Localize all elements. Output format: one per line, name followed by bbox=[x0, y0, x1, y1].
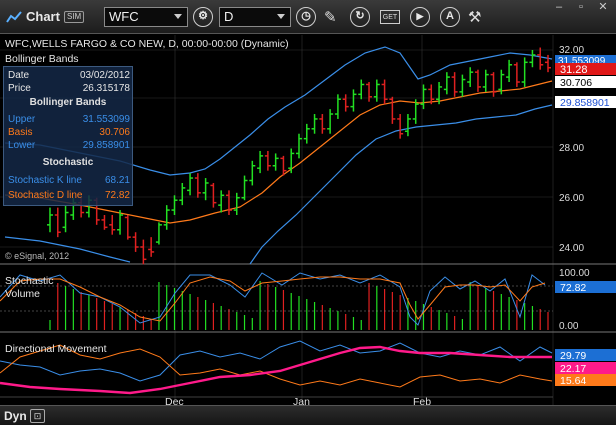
lock-icon[interactable]: ⊡ bbox=[30, 409, 45, 423]
window-title: Chart bbox=[26, 9, 60, 24]
lower-row: Lower 29.858901 bbox=[8, 139, 130, 152]
price-tick-24: 24.00 bbox=[559, 243, 584, 254]
stoch-section-title: Stochastic bbox=[42, 157, 94, 168]
time-tick-jan: Jan bbox=[293, 396, 310, 405]
title-bar: Chart SIM WFC ⚙ D ◷ ✎ ↻ GET ▶ A ⚒ – ▫ ✕ bbox=[0, 0, 616, 34]
chevron-down-icon[interactable] bbox=[174, 14, 182, 19]
date-label: Date bbox=[8, 70, 30, 81]
sim-badge: SIM bbox=[64, 11, 85, 23]
time-tick-dec: Dec bbox=[165, 396, 184, 405]
basis-value: 30.706 bbox=[99, 127, 130, 138]
stoch-d-marker-text: 72.82 bbox=[560, 282, 586, 294]
tools-icon[interactable]: ⚒ bbox=[468, 8, 481, 26]
close-icon[interactable]: ✕ bbox=[592, 0, 614, 14]
lower-label: Lower bbox=[8, 140, 36, 151]
upper-row: Upper 31.553099 bbox=[8, 113, 130, 126]
play-icon[interactable]: ▶ bbox=[410, 7, 430, 27]
price-value: 26.315178 bbox=[82, 83, 130, 94]
copyright: © eSignal, 2012 bbox=[5, 251, 69, 261]
price-row: Price 26.315178 bbox=[8, 82, 130, 95]
lower-marker-text: 29.858901 bbox=[560, 97, 610, 109]
last-price-text: 31.28 bbox=[560, 64, 588, 76]
settings-gear-icon[interactable]: ⚙ bbox=[193, 7, 213, 27]
d-label: Stochastic D line bbox=[8, 190, 83, 201]
study-label: Bollinger Bands bbox=[5, 53, 79, 65]
basis-row: Basis 30.706 bbox=[8, 126, 130, 139]
volume-title: Volume bbox=[5, 288, 40, 300]
date-row: Date 03/02/2012 bbox=[8, 69, 130, 82]
basis-marker-text: 30.706 bbox=[560, 77, 592, 89]
k-row: Stochastic K line 68.21 bbox=[8, 174, 130, 187]
minimize-icon[interactable]: – bbox=[548, 0, 570, 14]
bb-section-title: Bollinger Bands bbox=[29, 97, 107, 108]
restore-icon[interactable]: ▫ bbox=[570, 0, 592, 14]
date-value: 03/02/2012 bbox=[79, 70, 130, 81]
k-value: 68.21 bbox=[104, 175, 130, 186]
clock-icon[interactable]: ◷ bbox=[296, 7, 316, 27]
dmi-minus-marker-text: 15.64 bbox=[560, 375, 586, 387]
adx-marker-text: 22.17 bbox=[560, 363, 586, 375]
stoch-tick-100: 100.00 bbox=[559, 268, 590, 279]
interval-input[interactable]: D bbox=[219, 7, 291, 27]
bottom-bar: Dyn ⊡ bbox=[0, 405, 616, 425]
get-data-icon[interactable]: GET bbox=[380, 10, 400, 24]
basis-label: Basis bbox=[8, 127, 33, 138]
symbol-value: WFC bbox=[109, 9, 139, 24]
dyn-label[interactable]: Dyn bbox=[4, 409, 27, 423]
d-row: Stochastic D line 72.82 bbox=[8, 189, 130, 202]
stoch-tick-0: 0.00 bbox=[559, 321, 579, 332]
price-tick-26: 26.00 bbox=[559, 193, 584, 204]
symbol-input[interactable]: WFC bbox=[104, 7, 188, 27]
stochastic-title: Stochastic bbox=[5, 275, 53, 287]
redraw-icon[interactable]: ↻ bbox=[350, 7, 370, 27]
lower-value: 29.858901 bbox=[82, 140, 130, 151]
k-label: Stochastic K line bbox=[8, 175, 82, 186]
dmi-plus-marker-text: 29.79 bbox=[560, 350, 586, 362]
alert-icon[interactable]: A bbox=[440, 7, 460, 27]
data-window: Date 03/02/2012 Price 26.315178 Bollinge… bbox=[3, 66, 133, 206]
interval-value: D bbox=[224, 9, 234, 24]
chart-header: WFC,WELLS FARGO & CO NEW, D, 00:00-00:00… bbox=[5, 38, 289, 50]
upper-label: Upper bbox=[8, 114, 36, 125]
price-tick-32: 32.00 bbox=[559, 45, 584, 56]
upper-value: 31.553099 bbox=[82, 114, 130, 125]
price-tick-28: 28.00 bbox=[559, 143, 584, 154]
chart-icon bbox=[6, 11, 22, 23]
pencil-icon[interactable]: ✎ bbox=[324, 8, 337, 26]
d-value: 72.82 bbox=[104, 190, 130, 201]
price-label: Price bbox=[8, 83, 31, 94]
chevron-down-icon[interactable] bbox=[277, 14, 285, 19]
time-tick-feb: Feb bbox=[413, 396, 431, 405]
dm-title: Directional Movement bbox=[5, 343, 107, 355]
